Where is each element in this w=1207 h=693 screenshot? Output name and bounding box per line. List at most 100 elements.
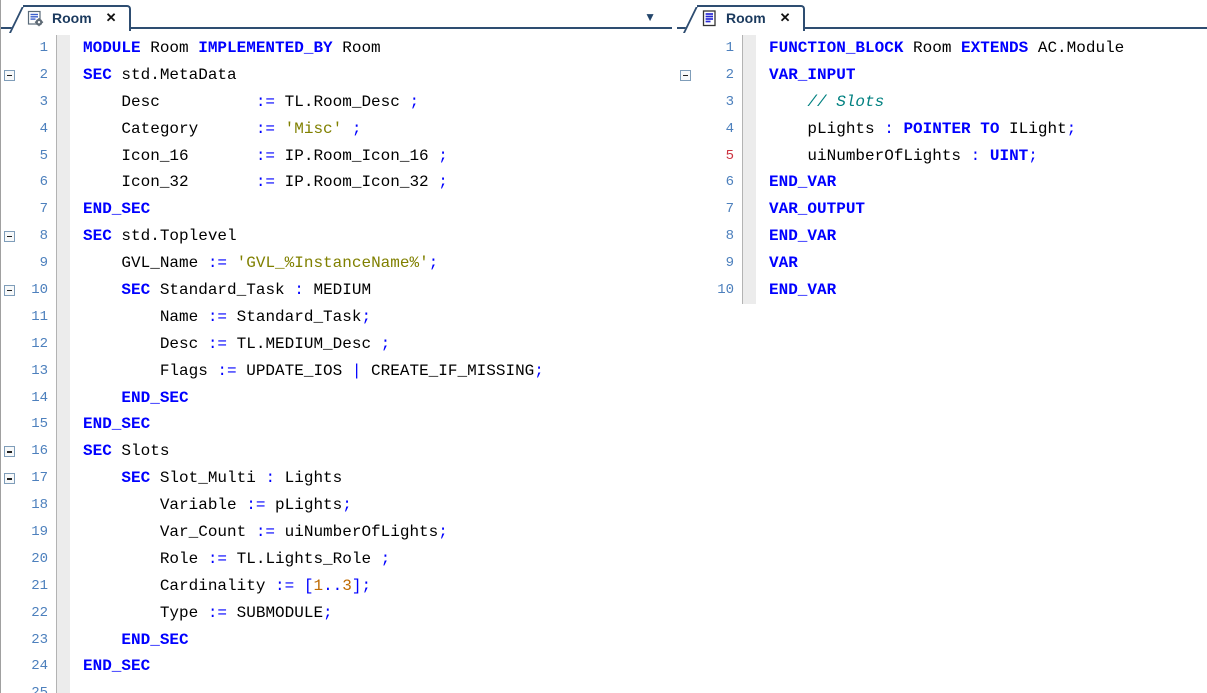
code-token: ; (361, 308, 371, 326)
code-line[interactable]: 20 Role := TL.Lights_Role ; (1, 546, 672, 573)
code-line[interactable]: 2 SEC std.MetaData (1, 62, 672, 89)
code-text[interactable] (70, 680, 672, 693)
code-line[interactable]: 10END_VAR (677, 277, 1207, 304)
code-line[interactable]: 2VAR_INPUT (677, 62, 1207, 89)
code-text[interactable]: Variable := pLights; (70, 492, 672, 519)
close-tab-icon[interactable]: ✕ (780, 10, 791, 26)
code-token (227, 254, 237, 272)
code-line[interactable]: 22 Type := SUBMODULE; (1, 600, 672, 627)
code-text[interactable]: END_SEC (70, 196, 672, 223)
code-text[interactable]: END_SEC (70, 385, 672, 412)
code-text[interactable]: VAR_INPUT (756, 62, 1207, 89)
code-line[interactable]: 8END_VAR (677, 223, 1207, 250)
code-line[interactable]: 18 Variable := pLights; (1, 492, 672, 519)
code-text[interactable]: END_SEC (70, 627, 672, 654)
code-text[interactable]: Category := 'Misc' ; (70, 116, 672, 143)
code-line[interactable]: 25 (1, 680, 672, 693)
code-line[interactable]: 17 SEC Slot_Multi : Lights (1, 465, 672, 492)
code-line[interactable]: 16SEC Slots (1, 438, 672, 465)
tab-list-dropdown-icon[interactable]: ▼ (644, 10, 656, 24)
code-text[interactable]: Desc := TL.MEDIUM_Desc ; (70, 331, 672, 358)
code-text[interactable]: SEC std.MetaData (70, 62, 672, 89)
code-token: uiNumberOfLights (769, 147, 971, 165)
code-line[interactable]: 6 Icon_32 := IP.Room_Icon_32 ; (1, 169, 672, 196)
code-token: Variable (83, 496, 246, 514)
code-line[interactable]: 4 Category := 'Misc' ; (1, 116, 672, 143)
code-text[interactable]: Icon_32 := IP.Room_Icon_32 ; (70, 169, 672, 196)
gutter-margin-strip (742, 196, 756, 223)
collapse-minus-icon[interactable] (4, 473, 15, 484)
collapse-minus-icon[interactable] (4, 285, 15, 296)
line-number: 15 (17, 411, 56, 438)
code-line[interactable]: 5 Icon_16 := IP.Room_Icon_16 ; (1, 143, 672, 170)
fold-margin (1, 62, 17, 89)
code-line[interactable]: 13 Flags := UPDATE_IOS | CREATE_IF_MISSI… (1, 358, 672, 385)
line-number: 4 (17, 116, 56, 143)
collapse-minus-icon[interactable] (4, 70, 15, 81)
code-text[interactable]: END_VAR (756, 169, 1207, 196)
code-line[interactable]: 9VAR (677, 250, 1207, 277)
code-text[interactable]: Desc := TL.Room_Desc ; (70, 89, 672, 116)
code-line[interactable]: 1 MODULE Room IMPLEMENTED_BY Room (1, 35, 672, 62)
code-text[interactable]: SEC Slots (70, 438, 672, 465)
code-token: pLights (265, 496, 342, 514)
code-text[interactable]: Type := SUBMODULE; (70, 600, 672, 627)
code-line[interactable]: 11 Name := Standard_Task; (1, 304, 672, 331)
code-text[interactable]: Name := Standard_Task; (70, 304, 672, 331)
code-text[interactable]: Flags := UPDATE_IOS | CREATE_IF_MISSING; (70, 358, 672, 385)
code-line[interactable]: 23 END_SEC (1, 627, 672, 654)
close-tab-icon[interactable]: ✕ (106, 10, 117, 26)
code-text[interactable]: // Slots (756, 89, 1207, 116)
code-text[interactable]: Icon_16 := IP.Room_Icon_16 ; (70, 143, 672, 170)
code-token: Category (83, 120, 256, 138)
code-text[interactable]: Cardinality := [1..3]; (70, 573, 672, 600)
tab-room-function-block[interactable]: Room ✕ (697, 5, 805, 31)
code-line[interactable]: 14 END_SEC (1, 385, 672, 412)
code-text[interactable]: GVL_Name := 'GVL_%InstanceName%'; (70, 250, 672, 277)
code-line[interactable]: 10 SEC Standard_Task : MEDIUM (1, 277, 672, 304)
code-text[interactable]: END_VAR (756, 277, 1207, 304)
code-text[interactable]: VAR_OUTPUT (756, 196, 1207, 223)
tab-room-module[interactable]: Room ✕ (23, 5, 131, 31)
code-token: ; (352, 120, 362, 138)
code-text[interactable]: END_SEC (70, 411, 672, 438)
code-line[interactable]: 4 pLights : POINTER TO ILight; (677, 116, 1207, 143)
code-line[interactable]: 7END_SEC (1, 196, 672, 223)
code-token: ; (438, 173, 448, 191)
code-token: END_SEC (121, 389, 188, 407)
code-text[interactable]: SEC std.Toplevel (70, 223, 672, 250)
gutter-margin-strip (56, 653, 70, 680)
code-line[interactable]: 24END_SEC (1, 653, 672, 680)
line-number: 1 (17, 35, 56, 62)
code-line[interactable]: 9 GVL_Name := 'GVL_%InstanceName%'; (1, 250, 672, 277)
code-text[interactable]: Var_Count := uiNumberOfLights; (70, 519, 672, 546)
code-text[interactable]: END_SEC (70, 653, 672, 680)
code-line[interactable]: 3 Desc := TL.Room_Desc ; (1, 89, 672, 116)
code-line[interactable]: 1FUNCTION_BLOCK Room EXTENDS AC.Module (677, 35, 1207, 62)
code-line[interactable]: 5 uiNumberOfLights : UINT; (677, 143, 1207, 170)
code-line[interactable]: 12 Desc := TL.MEDIUM_Desc ; (1, 331, 672, 358)
code-text[interactable]: SEC Slot_Multi : Lights (70, 465, 672, 492)
code-text[interactable]: END_VAR (756, 223, 1207, 250)
code-line[interactable]: 15 END_SEC (1, 411, 672, 438)
code-text[interactable]: MODULE Room IMPLEMENTED_BY Room (70, 35, 672, 62)
code-line[interactable]: 8SEC std.Toplevel (1, 223, 672, 250)
line-number: 2 (17, 62, 56, 89)
code-text[interactable]: SEC Standard_Task : MEDIUM (70, 277, 672, 304)
code-line[interactable]: 19 Var_Count := uiNumberOfLights; (1, 519, 672, 546)
fold-margin (1, 35, 17, 62)
code-token: MODULE (83, 39, 141, 57)
code-text[interactable]: FUNCTION_BLOCK Room EXTENDS AC.Module (756, 35, 1207, 62)
collapse-minus-icon[interactable] (4, 231, 15, 242)
code-line[interactable]: 3 // Slots (677, 89, 1207, 116)
gutter-margin-strip (742, 62, 756, 89)
code-text[interactable]: VAR (756, 250, 1207, 277)
collapse-minus-icon[interactable] (680, 70, 691, 81)
code-line[interactable]: 7VAR_OUTPUT (677, 196, 1207, 223)
code-line[interactable]: 21 Cardinality := [1..3]; (1, 573, 672, 600)
code-text[interactable]: uiNumberOfLights : UINT; (756, 143, 1207, 170)
code-line[interactable]: 6END_VAR (677, 169, 1207, 196)
code-text[interactable]: pLights : POINTER TO ILight; (756, 116, 1207, 143)
code-text[interactable]: Role := TL.Lights_Role ; (70, 546, 672, 573)
collapse-minus-icon[interactable] (4, 446, 15, 457)
